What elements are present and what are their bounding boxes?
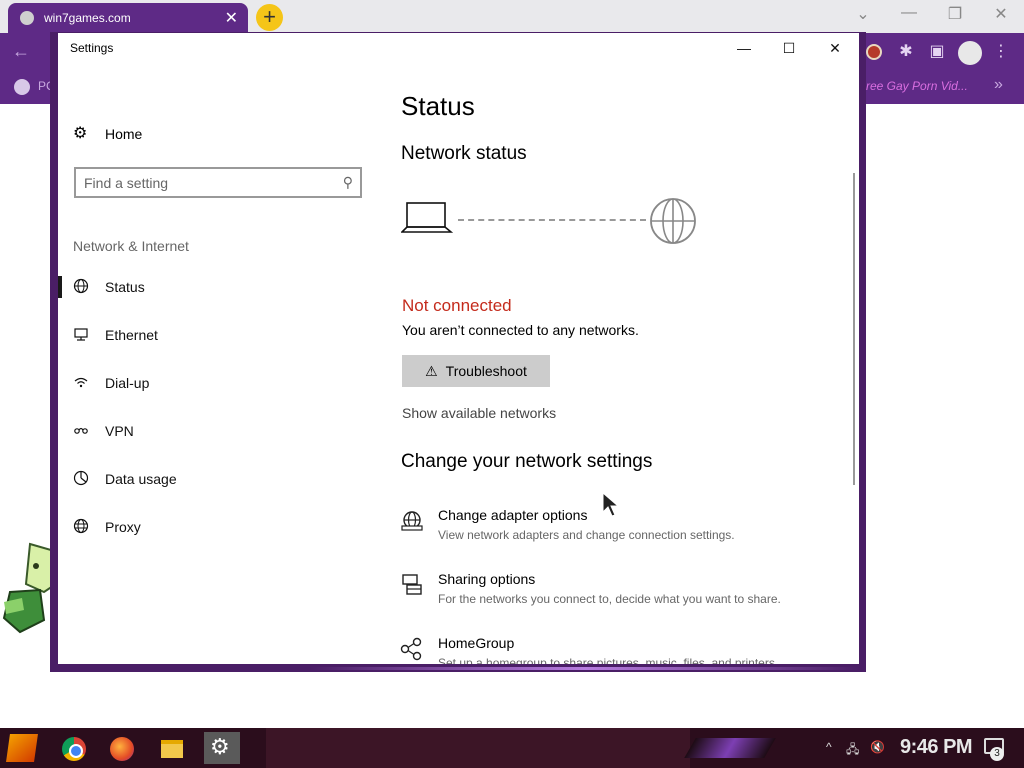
troubleshoot-button[interactable]: ⚠ Troubleshoot — [402, 355, 550, 387]
back-arrow-icon[interactable]: ← — [12, 41, 30, 62]
sidebar-item-label: Data usage — [105, 471, 177, 487]
selected-indicator — [58, 276, 62, 298]
search-icon[interactable]: ⚲ — [343, 174, 353, 191]
sidebar-item-ethernet[interactable]: Ethernet — [58, 314, 378, 354]
extension-avatar-icon[interactable] — [866, 44, 882, 60]
warning-icon: ⚠ — [425, 362, 438, 379]
proxy-icon — [73, 518, 93, 536]
sidebar-item-label: VPN — [105, 423, 134, 439]
adapter-icon — [400, 509, 424, 533]
home-label: Home — [105, 126, 143, 142]
homegroup-icon — [400, 637, 424, 661]
ethernet-icon — [73, 326, 93, 344]
taskbar-file-explorer[interactable] — [156, 732, 192, 764]
taskbar-empty-area — [266, 728, 690, 768]
sidebar-item-status[interactable]: Status — [58, 266, 378, 306]
sidebar-panel-icon[interactable]: ▣ — [926, 41, 948, 63]
tab-title: win7games.com — [44, 11, 131, 25]
bookmarks-more-icon[interactable]: » — [994, 76, 1003, 94]
laptop-icon — [401, 202, 453, 233]
gear-icon: ⚙ — [73, 125, 88, 142]
browser-menu-icon[interactable]: ⋮ — [990, 41, 1012, 63]
vpn-icon — [73, 422, 93, 440]
connection-status: Not connected — [402, 296, 512, 315]
browser-restore-button[interactable]: ❐ — [940, 4, 970, 24]
globe-icon — [73, 278, 93, 296]
network-tray-icon[interactable]: 🖧 — [846, 740, 859, 761]
firefox-icon — [110, 737, 134, 761]
sidebar-item-label: Proxy — [105, 519, 141, 535]
taskbar-chrome[interactable] — [58, 732, 94, 764]
sharing-icon — [400, 573, 424, 597]
tab-search-icon[interactable]: ⌄ — [848, 4, 878, 24]
start-button[interactable] — [6, 734, 38, 762]
sidebar-item-proxy[interactable]: Proxy — [58, 506, 378, 546]
troubleshoot-label: Troubleshoot — [445, 362, 527, 379]
maximize-button[interactable]: ☐ — [766, 33, 812, 63]
chrome-icon — [62, 737, 86, 761]
option-title: Change adapter options — [438, 507, 588, 523]
page-title: Status — [401, 91, 475, 121]
settings-window: Settings — ☐ ✕ ⚙ Home ⚲ Network & Intern… — [58, 33, 859, 664]
option-sharing[interactable]: Sharing options For the networks you con… — [400, 571, 840, 619]
tab-close-icon[interactable]: ✕ — [225, 8, 238, 28]
sidebar-item-label: Dial-up — [105, 375, 150, 391]
taskbar: ⚙ ^ 🖧 🔇 9:46 PM 3 — [0, 728, 1024, 768]
mouse-cursor-icon — [602, 492, 620, 517]
change-settings-heading: Change your network settings — [401, 451, 653, 472]
browser-close-button[interactable]: ✕ — [986, 4, 1016, 24]
taskbar-decoration — [684, 738, 776, 758]
tray-overflow-icon[interactable]: ^ — [826, 740, 832, 754]
connection-line — [458, 219, 646, 221]
title-bar[interactable]: Settings — ☐ ✕ — [58, 33, 859, 63]
option-title: HomeGroup — [438, 635, 515, 651]
taskbar-firefox[interactable] — [106, 732, 142, 764]
frame-glow — [310, 667, 860, 670]
bookmark-favicon-icon — [14, 79, 30, 95]
dialup-icon — [73, 374, 93, 392]
option-title: Sharing options — [438, 571, 536, 587]
gear-icon: ⚙ — [210, 734, 230, 759]
connection-description: You aren’t connected to any networks. — [402, 322, 639, 338]
option-desc: For the networks you connect to, decide … — [438, 592, 781, 606]
taskbar-settings[interactable]: ⚙ — [204, 732, 240, 764]
network-status-heading: Network status — [401, 143, 527, 164]
minimize-button[interactable]: — — [721, 33, 767, 63]
sidebar-item-data-usage[interactable]: Data usage — [58, 458, 378, 498]
option-homegroup[interactable]: HomeGroup Set up a homegroup to share pi… — [400, 635, 840, 664]
browser-minimize-button[interactable]: — — [894, 4, 924, 22]
window-title: Settings — [70, 41, 114, 55]
sidebar: ⚙ Home ⚲ Network & Internet Status Ether… — [58, 63, 378, 664]
option-desc: Set up a homegroup to share pictures, mu… — [438, 656, 779, 664]
sidebar-item-label: Status — [105, 279, 145, 295]
close-button[interactable]: ✕ — [812, 33, 858, 63]
search-input[interactable] — [84, 174, 324, 192]
taskbar-clock[interactable]: 9:46 PM — [900, 736, 973, 759]
browser-tab-strip: win7games.com ✕ + ⌄ — ❐ ✕ — [0, 0, 1024, 33]
option-desc: View network adapters and change connect… — [438, 528, 735, 542]
volume-tray-icon[interactable]: 🔇 — [870, 740, 885, 754]
new-tab-button[interactable]: + — [256, 4, 283, 31]
folder-icon — [161, 740, 183, 758]
show-available-networks-link[interactable]: Show available networks — [402, 405, 556, 421]
scrollbar[interactable] — [853, 173, 855, 485]
sidebar-item-vpn[interactable]: VPN — [58, 410, 378, 450]
profile-avatar-icon[interactable] — [958, 41, 982, 65]
notification-count: 3 — [990, 747, 1004, 761]
site-favicon-icon — [20, 11, 34, 25]
data-usage-icon — [73, 470, 93, 488]
globe-icon — [650, 198, 696, 244]
main-content: Status Network status Not connected You … — [378, 63, 848, 664]
sidebar-item-label: Ethernet — [105, 327, 158, 343]
bookmark-right[interactable]: ree Gay Porn Vid... — [866, 79, 968, 93]
sidebar-item-dialup[interactable]: Dial-up — [58, 362, 378, 402]
browser-tab[interactable]: win7games.com ✕ — [8, 3, 248, 33]
extensions-puzzle-icon[interactable]: ✱ — [895, 41, 917, 63]
section-label: Network & Internet — [73, 238, 189, 254]
search-box[interactable]: ⚲ — [74, 167, 362, 198]
